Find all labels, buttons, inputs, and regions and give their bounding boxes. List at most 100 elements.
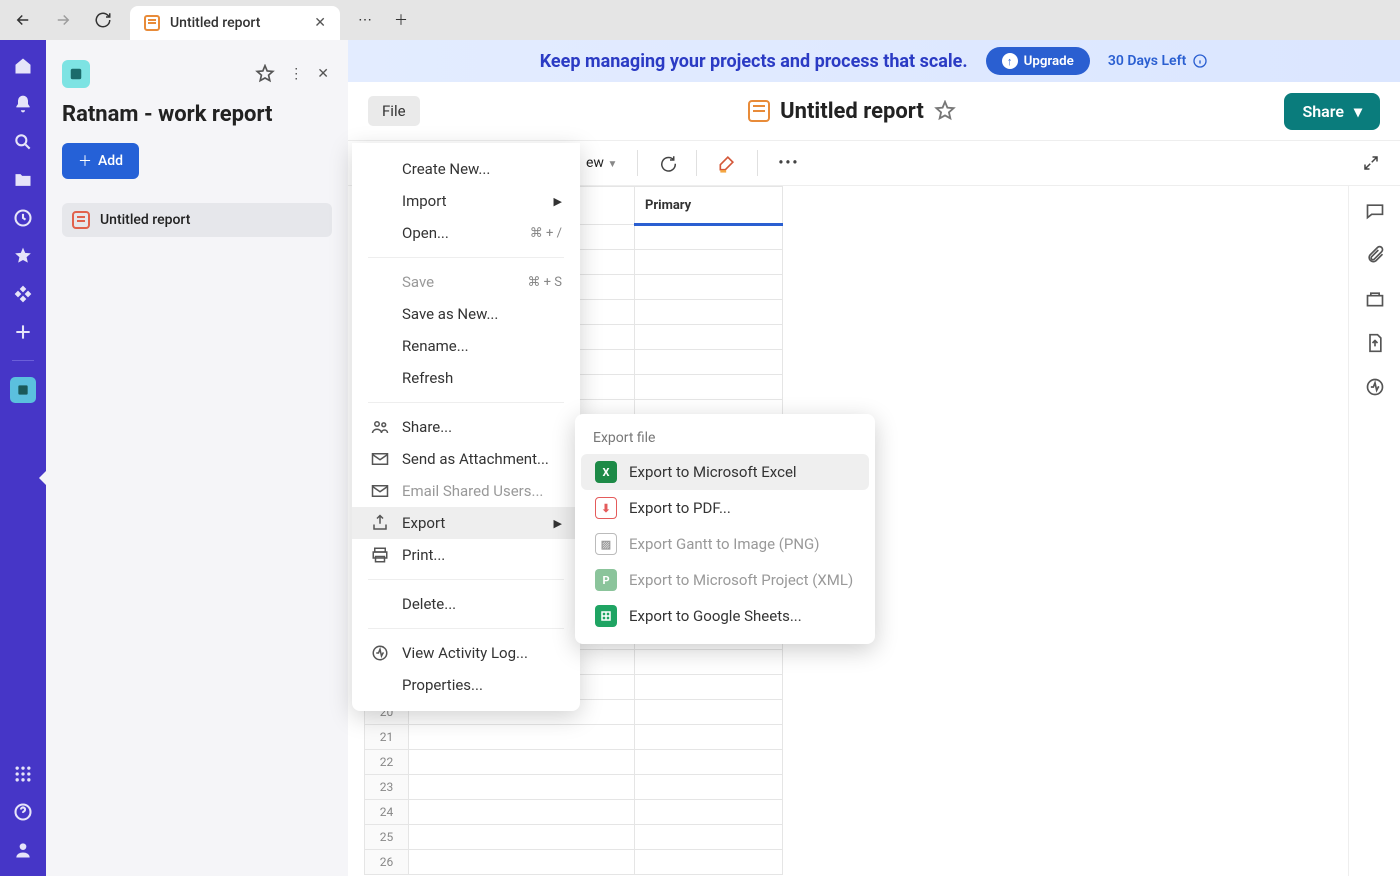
refresh-icon[interactable] [90, 7, 116, 33]
right-rail [1348, 186, 1400, 876]
menu-export[interactable]: Export▶ [352, 507, 580, 539]
expand-icon[interactable] [1362, 154, 1380, 172]
table-row[interactable]: 25 [365, 825, 783, 850]
favorite-star-icon[interactable] [934, 100, 956, 122]
kebab-menu-icon[interactable]: ⋮ [286, 63, 306, 85]
view-dropdown[interactable]: ew ▼ [586, 155, 617, 171]
cell[interactable] [635, 375, 783, 400]
cell[interactable] [635, 650, 783, 675]
table-row[interactable]: 21 [365, 725, 783, 750]
table-row[interactable]: 22 [365, 750, 783, 775]
menu-open[interactable]: Open...⌘ + / [352, 217, 580, 249]
caret-icon: ▼ [607, 159, 617, 170]
column-header-primary[interactable]: Primary [635, 187, 783, 225]
add-button[interactable]: ＋ Add [62, 143, 139, 179]
forward-icon[interactable] [50, 7, 76, 33]
cell[interactable] [635, 700, 783, 725]
apps-grid-icon[interactable] [11, 762, 35, 786]
cell[interactable] [635, 825, 783, 850]
star-icon[interactable] [11, 244, 35, 268]
gsheets-icon [595, 605, 617, 627]
file-dropdown: Create New... Import▶ Open...⌘ + / Save⌘… [352, 143, 580, 711]
menu-create-new[interactable]: Create New... [352, 153, 580, 185]
menu-refresh[interactable]: Refresh [352, 362, 580, 394]
table-row[interactable]: 24 [365, 800, 783, 825]
export-pdf[interactable]: ⬇Export to PDF... [581, 490, 869, 526]
cell[interactable] [635, 275, 783, 300]
upgrade-button[interactable]: ↑ Upgrade [986, 47, 1090, 75]
table-row[interactable]: 23 [365, 775, 783, 800]
help-icon[interactable] [11, 800, 35, 824]
cell[interactable] [635, 775, 783, 800]
cell[interactable] [409, 850, 635, 875]
back-icon[interactable] [10, 7, 36, 33]
document-title[interactable]: Untitled report [780, 99, 924, 124]
export-icon [370, 514, 390, 532]
menu-properties[interactable]: Properties... [352, 669, 580, 701]
menu-share[interactable]: Share... [352, 411, 580, 443]
search-icon[interactable] [11, 130, 35, 154]
folder-icon[interactable] [11, 168, 35, 192]
close-sidebar-icon[interactable]: ✕ [314, 63, 332, 85]
row-number: 21 [365, 725, 409, 750]
menu-print[interactable]: Print... [352, 539, 580, 571]
tab-menu-icon[interactable]: ⋯ [354, 8, 376, 32]
user-icon[interactable] [11, 838, 35, 862]
activity-icon[interactable] [1364, 376, 1386, 398]
cell[interactable] [635, 225, 783, 250]
share-button[interactable]: Share ▾ [1284, 93, 1380, 130]
report-icon [144, 15, 160, 31]
tab-title: Untitled report [170, 15, 260, 31]
redo-icon[interactable] [658, 154, 676, 172]
cell[interactable] [635, 725, 783, 750]
trial-label: 30 Days Left [1108, 53, 1186, 69]
sidebar-item-report[interactable]: Untitled report [62, 203, 332, 237]
cell[interactable] [635, 675, 783, 700]
proof-icon[interactable] [1364, 288, 1386, 310]
document-icon [748, 100, 770, 122]
browser-tab[interactable]: Untitled report ✕ [130, 6, 340, 40]
cell[interactable] [635, 850, 783, 875]
export-submenu: Export file XExport to Microsoft Excel ⬇… [575, 414, 875, 644]
menu-activity-log[interactable]: View Activity Log... [352, 637, 580, 669]
export-gsheets[interactable]: Export to Google Sheets... [581, 598, 869, 634]
add-label: Add [98, 153, 123, 169]
table-row[interactable]: 26 [365, 850, 783, 875]
people-icon [370, 418, 390, 436]
cell[interactable] [635, 800, 783, 825]
cell[interactable] [635, 350, 783, 375]
export-excel[interactable]: XExport to Microsoft Excel [581, 454, 869, 490]
comments-icon[interactable] [1364, 200, 1386, 222]
new-tab-icon[interactable]: ＋ [390, 6, 412, 34]
cell[interactable] [409, 800, 635, 825]
workspace-icon[interactable] [10, 377, 36, 403]
clock-icon[interactable] [11, 206, 35, 230]
cell[interactable] [635, 750, 783, 775]
more-toolbar-icon[interactable]: ••• [778, 155, 799, 171]
cell[interactable] [409, 750, 635, 775]
bell-icon[interactable] [11, 92, 35, 116]
cell[interactable] [409, 825, 635, 850]
cell[interactable] [635, 325, 783, 350]
home-icon[interactable] [11, 54, 35, 78]
workapps-icon[interactable] [11, 282, 35, 306]
trial-days[interactable]: 30 Days Left [1108, 53, 1208, 69]
menu-send-attachment[interactable]: Send as Attachment... [352, 443, 580, 475]
publish-icon[interactable] [1364, 332, 1386, 354]
menu-delete[interactable]: Delete... [352, 588, 580, 620]
highlight-icon[interactable] [717, 153, 737, 173]
menu-save-as[interactable]: Save as New... [352, 298, 580, 330]
dropdown-caret-icon: ▾ [1354, 102, 1362, 121]
file-menu-button[interactable]: File [368, 96, 420, 126]
menu-import[interactable]: Import▶ [352, 185, 580, 217]
menu-rename[interactable]: Rename... [352, 330, 580, 362]
cell[interactable] [409, 775, 635, 800]
star-outline-icon[interactable] [252, 61, 278, 87]
close-tab-icon[interactable]: ✕ [314, 15, 326, 31]
cell[interactable] [409, 725, 635, 750]
plus-icon[interactable] [11, 320, 35, 344]
separator [637, 150, 638, 176]
attachments-icon[interactable] [1364, 244, 1386, 266]
cell[interactable] [635, 300, 783, 325]
cell[interactable] [635, 250, 783, 275]
